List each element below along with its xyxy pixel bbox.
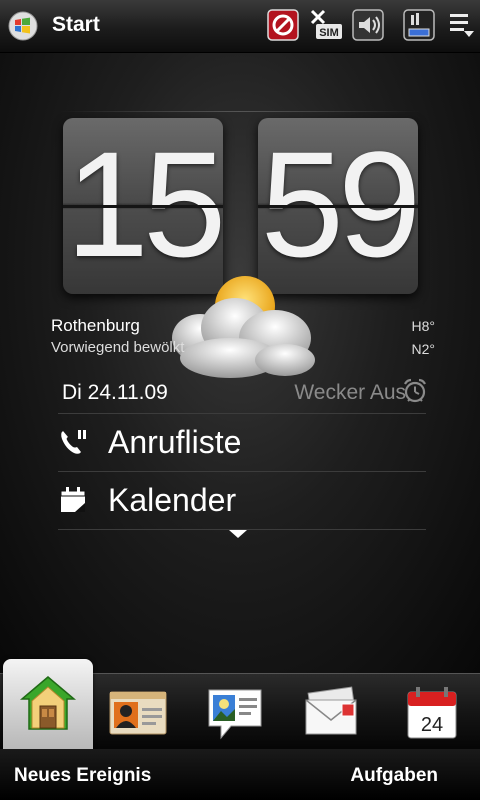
expand-down-icon[interactable] [229, 530, 247, 538]
menu-icon[interactable] [448, 9, 476, 41]
menu-item-label: Anrufliste [108, 424, 242, 460]
weather-condition: Vorwiegend bewölkt [51, 339, 185, 356]
messages-icon[interactable] [302, 684, 362, 744]
home-icon[interactable] [18, 673, 78, 733]
battery-icon[interactable] [403, 9, 435, 41]
sim-label: SIM [319, 27, 339, 39]
divider [58, 471, 426, 472]
weather-high: H8° [411, 318, 436, 334]
no-signal-icon[interactable] [267, 9, 299, 41]
weather-city[interactable]: Rothenburg [51, 316, 140, 336]
date-label[interactable]: Di 24.11.09 [62, 381, 168, 405]
clock-minutes-card[interactable]: 59 [258, 118, 418, 294]
menu-item-label: Kalender [108, 482, 237, 518]
weather-low: N2° [411, 341, 436, 357]
calendar-icon [58, 485, 88, 515]
calendar-day: 24 [421, 714, 443, 736]
menu-item-calendar[interactable]: Kalender [58, 473, 428, 529]
photos-icon[interactable] [205, 684, 265, 744]
clock-minutes: 59 [260, 120, 418, 288]
menu-item-call-history[interactable]: Anrufliste [58, 415, 428, 471]
no-sim-icon[interactable]: SIM [310, 9, 344, 41]
calendar-icon[interactable]: 24 [402, 684, 462, 744]
flip-hinge [258, 205, 418, 208]
divider [60, 111, 420, 112]
partly-cloudy-icon[interactable] [160, 276, 320, 386]
alarm-clock-icon[interactable] [402, 378, 428, 404]
status-bar: Start SIM [0, 0, 480, 53]
softkey-bar: Neues Ereignis Aufgaben [0, 749, 480, 800]
windows-start-icon[interactable] [6, 10, 40, 42]
speaker-icon[interactable] [352, 9, 384, 41]
call-history-icon [58, 427, 88, 457]
divider [58, 413, 426, 414]
clock-hours: 15 [65, 120, 223, 288]
flip-hinge [63, 205, 223, 208]
softkey-new-event[interactable]: Neues Ereignis [14, 765, 151, 787]
contacts-icon[interactable] [108, 684, 168, 744]
clock-hours-card[interactable]: 15 [63, 118, 223, 294]
alarm-status[interactable]: Wecker Aus [294, 381, 406, 405]
softkey-tasks[interactable]: Aufgaben [350, 765, 438, 787]
status-title[interactable]: Start [52, 13, 100, 37]
